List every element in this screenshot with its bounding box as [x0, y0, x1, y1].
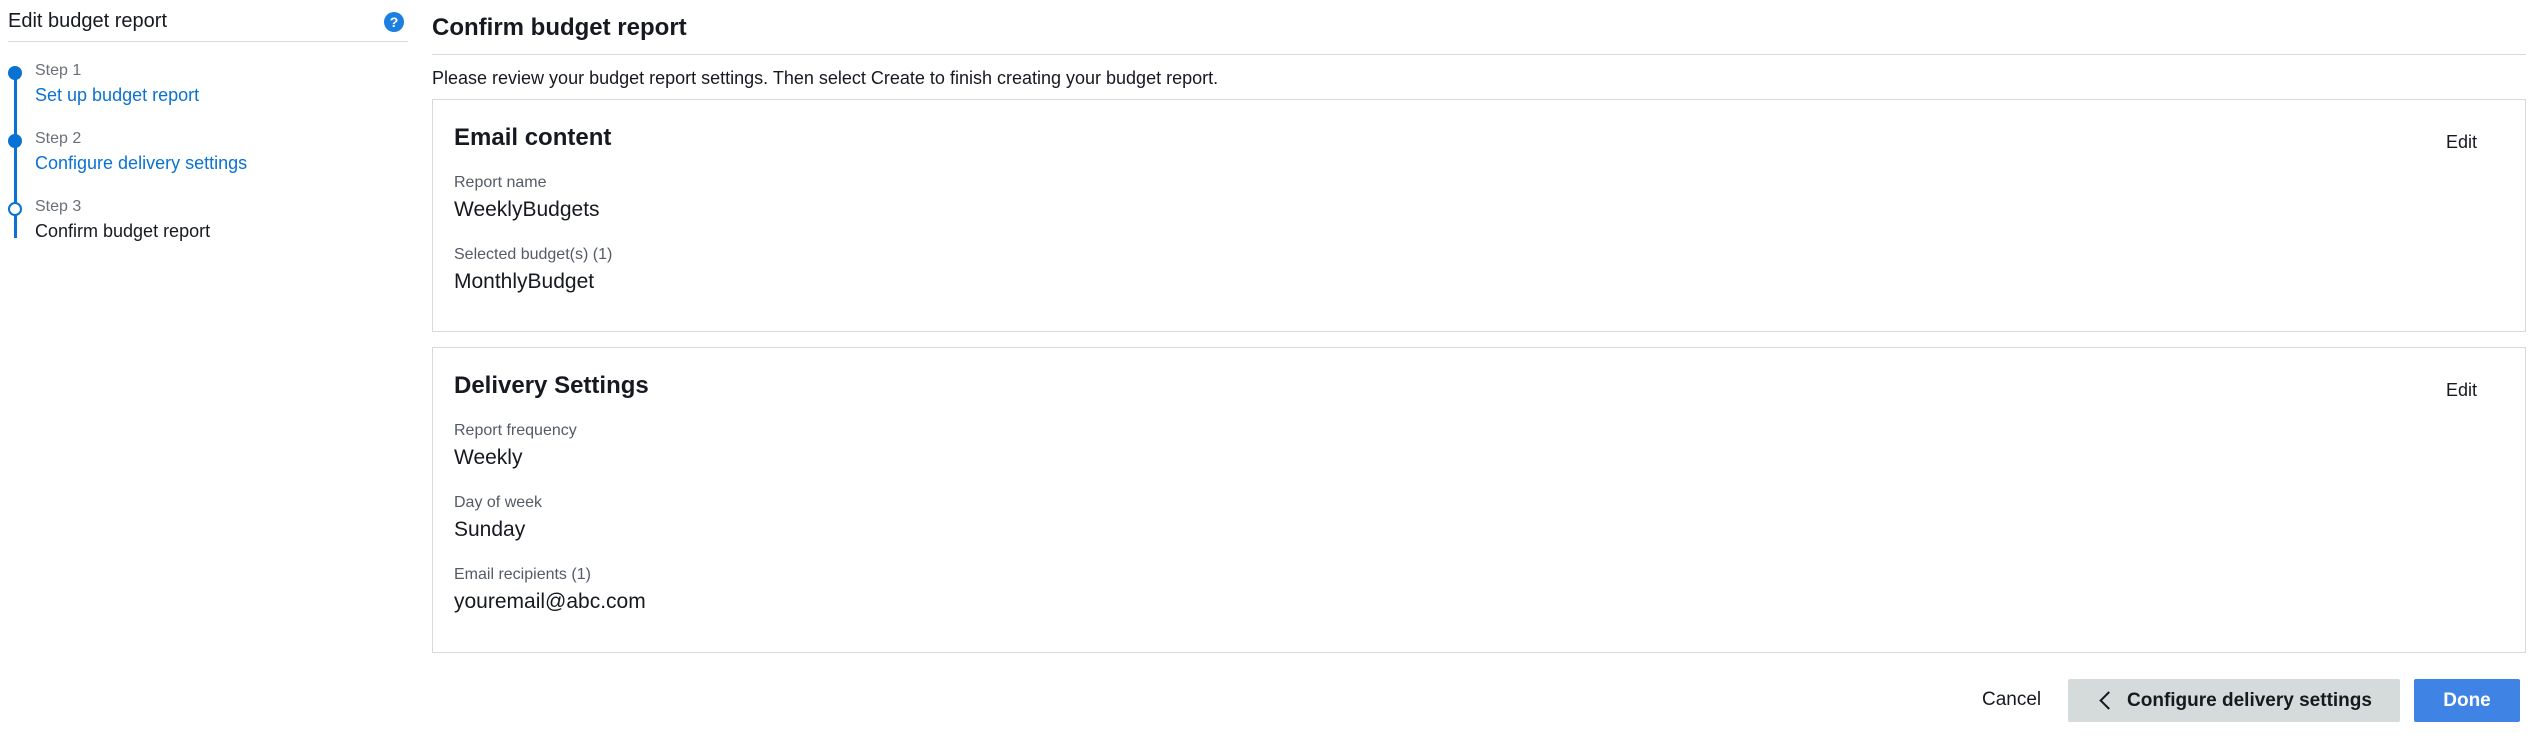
cancel-button[interactable]: Cancel [1982, 689, 2041, 711]
field-value: WeeklyBudgets [454, 198, 600, 221]
step-number: Step 3 [35, 198, 82, 215]
step-1[interactable]: Step 1 Set up budget report [8, 60, 408, 128]
edit-email-content-button[interactable]: Edit [2446, 132, 2477, 153]
wizard-sidebar: Edit budget report ? Step 1 Set up budge… [8, 0, 408, 264]
step-link-set-up-budget-report[interactable]: Set up budget report [35, 82, 408, 108]
page-title: Confirm budget report [432, 14, 687, 41]
chevron-left-icon [2099, 691, 2118, 710]
field-value: MonthlyBudget [454, 270, 595, 293]
intro-text: Please review your budget report setting… [432, 68, 1219, 88]
step-2[interactable]: Step 2 Configure delivery settings [8, 128, 408, 196]
step-completed-dot-icon [8, 134, 22, 148]
field-label: Day of week [454, 494, 543, 511]
field-label: Report name [454, 174, 547, 191]
field-selected-budgets: Selected budget(s) (1) MonthlyBudget [454, 245, 612, 297]
field-value: Weekly [454, 446, 523, 469]
step-number: Step 1 [35, 62, 82, 79]
step-link-configure-delivery-settings[interactable]: Configure delivery settings [35, 150, 408, 176]
field-label: Report frequency [454, 422, 577, 439]
step-3: Step 3 Confirm budget report [8, 196, 408, 264]
wizard-steps: Step 1 Set up budget report Step 2 Confi… [8, 60, 408, 264]
delivery-settings-card: Delivery Settings Edit Report frequency … [432, 347, 2526, 653]
question-circle-icon[interactable]: ? [384, 12, 404, 32]
field-label: Email recipients (1) [454, 566, 591, 583]
budget-report-wizard: Edit budget report ? Step 1 Set up budge… [0, 0, 2534, 748]
field-value: Sunday [454, 518, 526, 541]
step-label-confirm-budget-report: Confirm budget report [35, 221, 211, 241]
edit-delivery-settings-button[interactable]: Edit [2446, 380, 2477, 401]
previous-step-button[interactable]: Configure delivery settings [2068, 679, 2400, 722]
sidebar-header: Edit budget report ? [8, 0, 408, 42]
sidebar-title: Edit budget report [8, 10, 167, 32]
email-content-card: Email content Edit Report name WeeklyBud… [432, 99, 2526, 332]
step-completed-dot-icon [8, 66, 22, 80]
step-number: Step 2 [35, 130, 82, 147]
previous-step-label: Configure delivery settings [2127, 689, 2372, 711]
field-label: Selected budget(s) (1) [454, 246, 613, 263]
field-email-recipients: Email recipients (1) youremail@abc.com [454, 565, 646, 617]
done-button[interactable]: Done [2414, 679, 2520, 722]
field-value: youremail@abc.com [454, 590, 646, 613]
card-title: Delivery Settings [454, 372, 649, 399]
title-divider [432, 54, 2526, 55]
field-day-of-week: Day of week Sunday [454, 493, 542, 545]
step-current-dot-icon [8, 202, 22, 216]
field-report-frequency: Report frequency Weekly [454, 421, 577, 473]
field-report-name: Report name WeeklyBudgets [454, 173, 600, 225]
card-title: Email content [454, 124, 612, 151]
